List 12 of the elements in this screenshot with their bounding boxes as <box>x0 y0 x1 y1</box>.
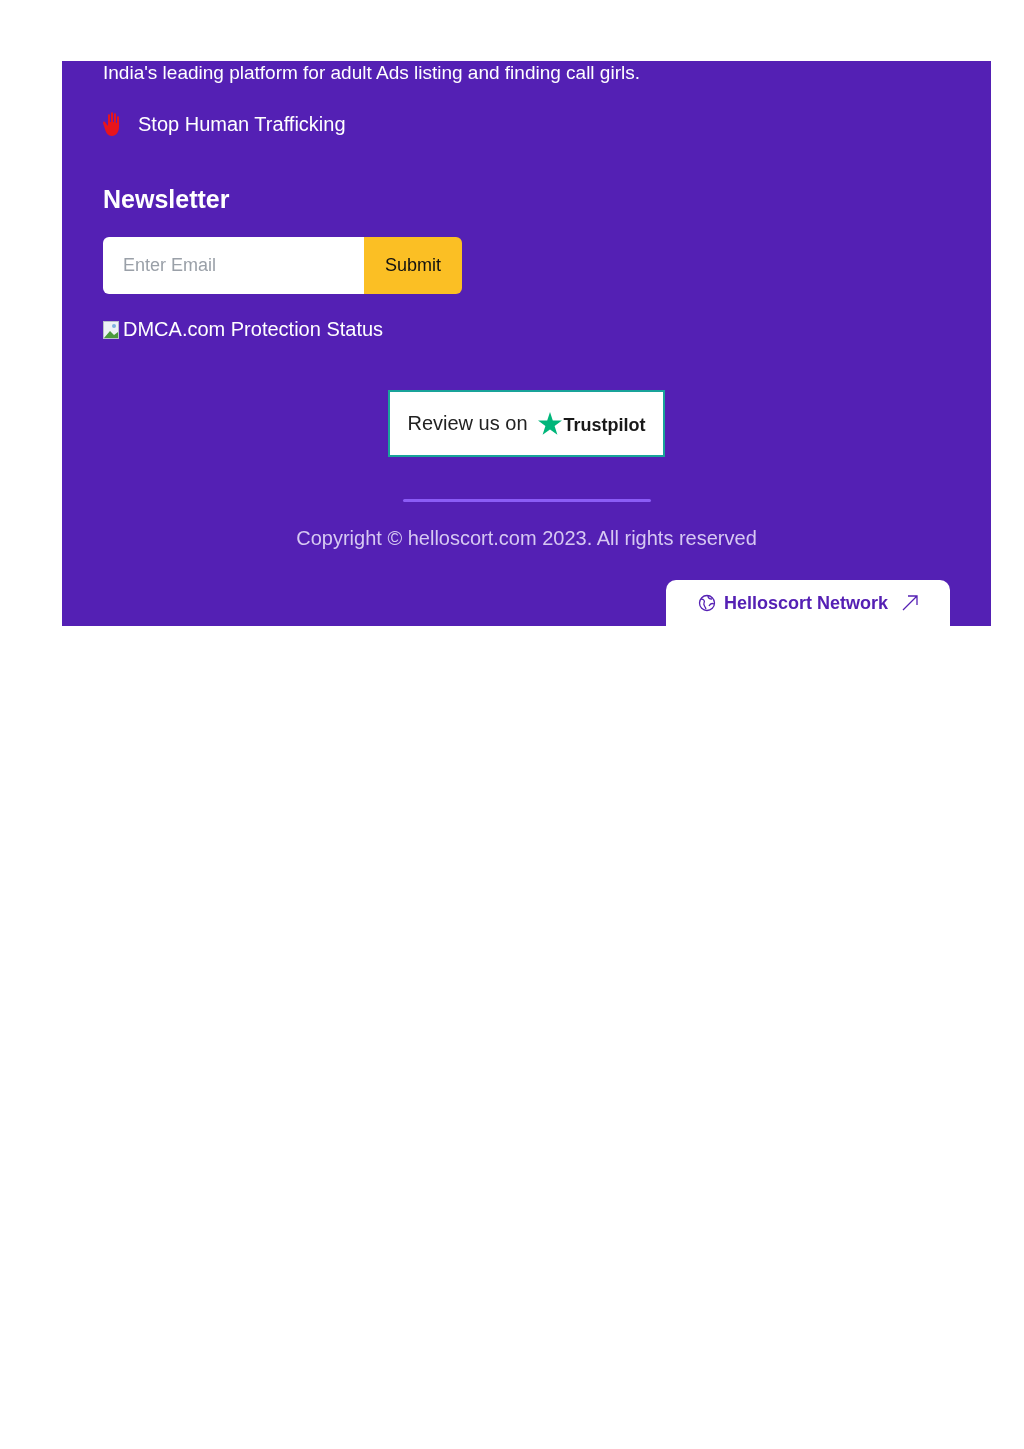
section-heading: Newsletter <box>103 185 231 214</box>
network-link[interactable]: Helloscort Network <box>666 580 950 626</box>
copyright-text: Copyright © helloscort.com 2023. All rights reserved <box>295 527 758 550</box>
email-field[interactable]: Enter Email <box>103 237 364 294</box>
trustpilot-review-button[interactable]: Review us on Trustpilot <box>388 390 665 457</box>
notice-link[interactable]: Stop Human Trafficking <box>138 112 346 136</box>
star-icon <box>537 412 562 435</box>
submit-button[interactable]: Submit <box>364 237 462 294</box>
globe-icon <box>698 594 716 612</box>
external-link-icon <box>902 595 918 611</box>
tagline-text: India's leading platform for adult Ads listing and finding call girls. <box>103 61 641 85</box>
dmca-badge-alt-text[interactable]: DMCA.com Protection Status <box>123 318 384 341</box>
